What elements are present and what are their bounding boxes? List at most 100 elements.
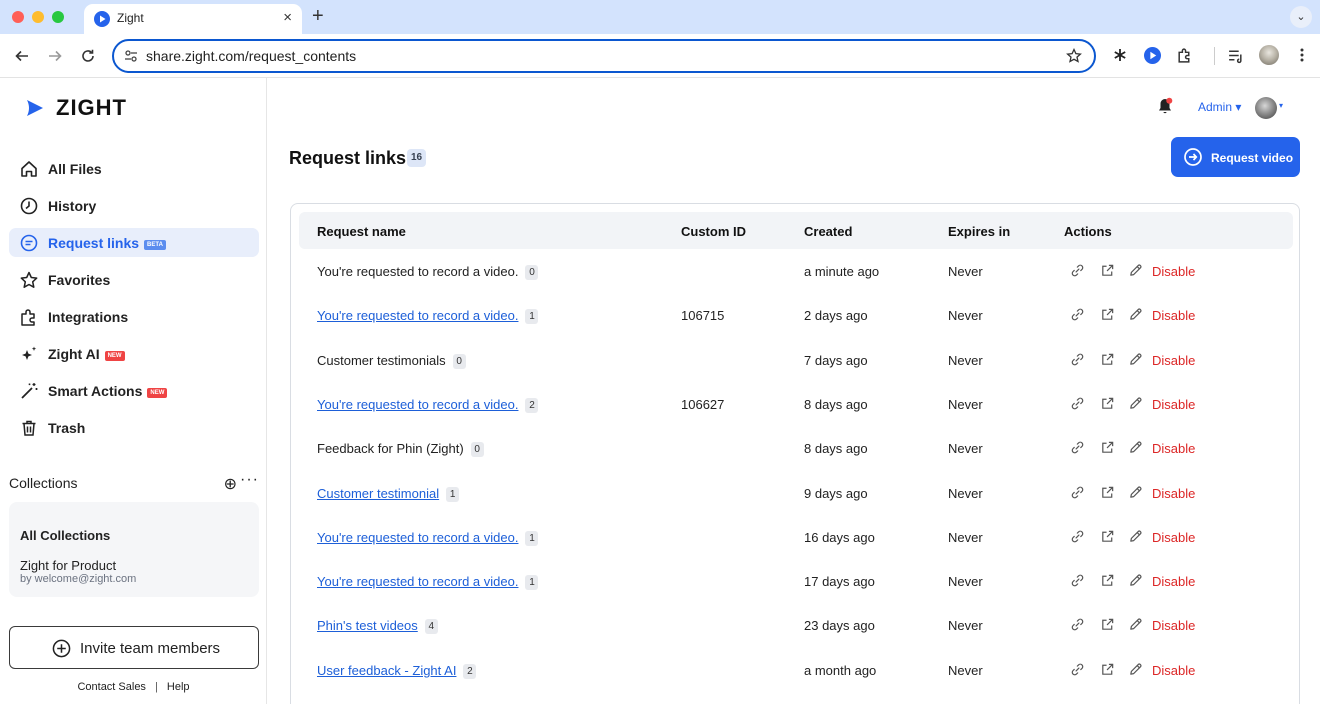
reload-icon[interactable] (80, 48, 96, 64)
copy-link-icon[interactable] (1070, 573, 1085, 588)
address-bar[interactable]: share.zight.com/request_contents (112, 39, 1096, 73)
close-window-button[interactable] (12, 11, 24, 23)
browser-menu-icon[interactable] (1295, 47, 1309, 63)
reading-list-icon[interactable] (1227, 47, 1244, 64)
disable-link[interactable]: Disable (1152, 530, 1195, 546)
sidebar-item-text: Smart Actions (48, 383, 143, 399)
avatar-caret-icon[interactable]: ▾ (1279, 101, 1283, 110)
contact-sales-link[interactable]: Contact Sales (77, 681, 145, 693)
notification-bell-icon[interactable] (1157, 97, 1173, 115)
sidebar-item-integrations[interactable]: Integrations (9, 302, 259, 331)
open-external-icon[interactable] (1100, 573, 1115, 588)
url-host: share.zight.com (146, 48, 245, 64)
disable-link[interactable]: Disable (1152, 353, 1195, 369)
extension-asterisk-icon[interactable] (1112, 47, 1128, 63)
copy-link-icon[interactable] (1070, 307, 1085, 322)
column-header-created[interactable]: Created (804, 224, 852, 239)
request-name[interactable]: User feedback - Zight AI (317, 663, 456, 678)
help-link[interactable]: Help (167, 681, 190, 693)
copy-link-icon[interactable] (1070, 662, 1085, 677)
request-name[interactable]: Phin's test videos (317, 618, 418, 633)
maximize-window-button[interactable] (52, 11, 64, 23)
site-settings-icon[interactable] (124, 49, 138, 63)
new-badge: NEW (147, 388, 168, 398)
edit-pencil-icon[interactable] (1128, 573, 1143, 588)
edit-pencil-icon[interactable] (1128, 263, 1143, 278)
copy-link-icon[interactable] (1070, 352, 1085, 367)
disable-link[interactable]: Disable (1152, 486, 1195, 502)
copy-link-icon[interactable] (1070, 396, 1085, 411)
open-external-icon[interactable] (1100, 485, 1115, 500)
open-external-icon[interactable] (1100, 440, 1115, 455)
column-header-request-name[interactable]: Request name (317, 224, 406, 239)
sidebar-item-smart-actions[interactable]: Smart Actions NEW (9, 376, 259, 405)
request-video-button[interactable]: Request video (1171, 137, 1300, 177)
disable-link[interactable]: Disable (1152, 663, 1195, 679)
custom-id-cell: 106715 (681, 308, 725, 324)
edit-pencil-icon[interactable] (1128, 529, 1143, 544)
sidebar-item-request-links[interactable]: Request links BETA (9, 228, 259, 257)
disable-link[interactable]: Disable (1152, 441, 1195, 457)
minimize-window-button[interactable] (32, 11, 44, 23)
new-tab-button[interactable]: + (312, 5, 324, 27)
request-name[interactable]: You're requested to record a video. (317, 397, 518, 412)
edit-pencil-icon[interactable] (1128, 307, 1143, 322)
edit-pencil-icon[interactable] (1128, 662, 1143, 677)
request-name[interactable]: You're requested to record a video. (317, 574, 518, 589)
disable-link[interactable]: Disable (1152, 397, 1195, 413)
back-icon[interactable] (14, 48, 30, 64)
request-name[interactable]: Customer testimonial (317, 486, 439, 501)
video-count-badge: 0 (470, 442, 484, 458)
disable-link[interactable]: Disable (1152, 264, 1195, 280)
profile-avatar-icon[interactable] (1259, 45, 1279, 65)
edit-pencil-icon[interactable] (1128, 617, 1143, 632)
tab-search-button[interactable]: ⌄ (1290, 6, 1312, 28)
request-name[interactable]: You're requested to record a video. (317, 308, 518, 323)
forward-icon[interactable] (47, 48, 63, 64)
request-icon (20, 234, 38, 252)
copy-link-icon[interactable] (1070, 617, 1085, 632)
open-external-icon[interactable] (1100, 352, 1115, 367)
collections-header: Collections ⊕ ··· (9, 471, 259, 495)
table-row-2: You're requested to record a video. 1 106… (291, 308, 1299, 352)
edit-pencil-icon[interactable] (1128, 352, 1143, 367)
edit-pencil-icon[interactable] (1128, 485, 1143, 500)
invite-team-members-button[interactable]: Invite team members (9, 626, 259, 669)
copy-link-icon[interactable] (1070, 529, 1085, 544)
sidebar-item-trash[interactable]: Trash (9, 413, 259, 442)
column-header-custom-id[interactable]: Custom ID (681, 224, 746, 239)
all-collections-link[interactable]: All Collections (20, 528, 110, 543)
bookmark-star-icon[interactable] (1066, 48, 1082, 64)
edit-pencil-icon[interactable] (1128, 440, 1143, 455)
sidebar-item-zight-ai[interactable]: Zight AI NEW (9, 339, 259, 368)
disable-link[interactable]: Disable (1152, 308, 1195, 324)
collection-item[interactable]: Zight for Product (20, 558, 116, 573)
video-count-badge: 4 (424, 619, 438, 635)
request-count-badge: 16 (407, 149, 427, 167)
request-name[interactable]: You're requested to record a video. (317, 530, 518, 545)
more-options-icon[interactable]: ··· (240, 471, 259, 489)
open-external-icon[interactable] (1100, 396, 1115, 411)
copy-link-icon[interactable] (1070, 440, 1085, 455)
edit-pencil-icon[interactable] (1128, 396, 1143, 411)
disable-link[interactable]: Disable (1152, 618, 1195, 634)
user-avatar[interactable] (1255, 97, 1277, 119)
created-cell: 9 days ago (804, 485, 868, 501)
sidebar-item-history[interactable]: History (9, 191, 259, 220)
disable-link[interactable]: Disable (1152, 574, 1195, 590)
copy-link-icon[interactable] (1070, 485, 1085, 500)
add-collection-icon[interactable]: ⊕ (224, 474, 237, 494)
open-external-icon[interactable] (1100, 617, 1115, 632)
open-external-icon[interactable] (1100, 263, 1115, 278)
open-external-icon[interactable] (1100, 307, 1115, 322)
sidebar-item-all-files[interactable]: All Files (9, 154, 259, 183)
open-external-icon[interactable] (1100, 529, 1115, 544)
open-external-icon[interactable] (1100, 662, 1115, 677)
zight-extension-icon[interactable] (1144, 47, 1161, 64)
copy-link-icon[interactable] (1070, 263, 1085, 278)
admin-menu[interactable]: Admin ▾ (1198, 100, 1241, 114)
extensions-puzzle-icon[interactable] (1176, 47, 1193, 64)
tab-close-icon[interactable]: × (283, 9, 292, 27)
browser-tab[interactable]: Zight × (84, 4, 302, 34)
sidebar-item-favorites[interactable]: Favorites (9, 265, 259, 294)
